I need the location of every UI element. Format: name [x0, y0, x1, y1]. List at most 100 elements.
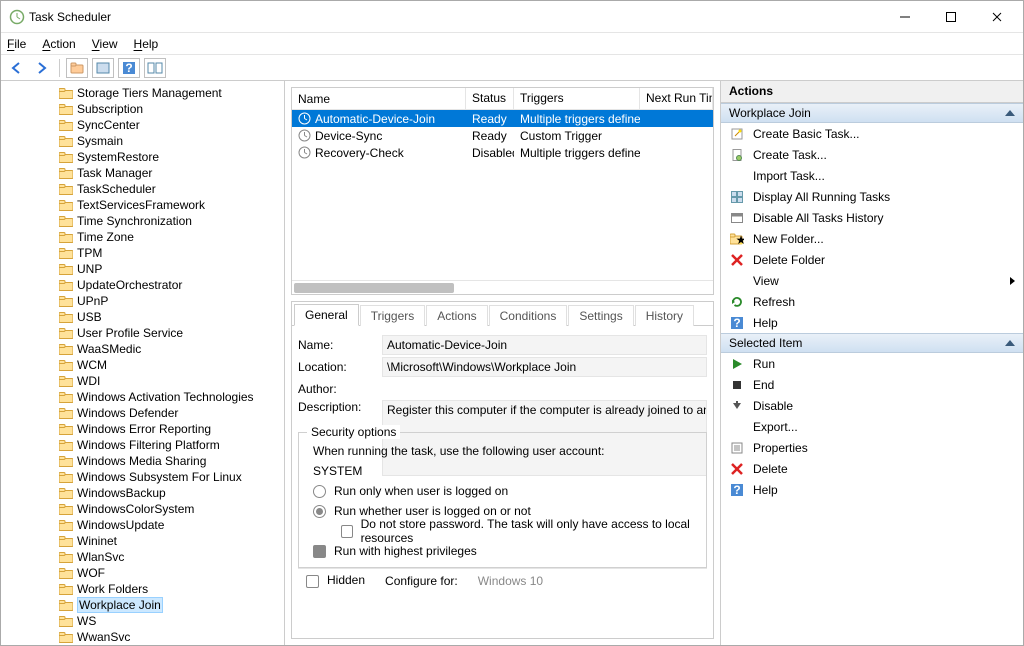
action-item[interactable]: End: [721, 374, 1023, 395]
col-triggers[interactable]: Triggers: [514, 88, 640, 110]
action-item[interactable]: Display All Running Tasks: [721, 186, 1023, 207]
task-status: Disabled: [466, 146, 514, 160]
task-row[interactable]: Device-SyncReadyCustom Trigger: [292, 127, 713, 144]
toolbar-btn-4[interactable]: [144, 58, 166, 78]
col-name[interactable]: Name: [292, 88, 466, 110]
tree-item[interactable]: WS: [57, 613, 284, 629]
tree-item[interactable]: Time Synchronization: [57, 213, 284, 229]
action-item[interactable]: Export...: [721, 416, 1023, 437]
action-item[interactable]: ?Help: [721, 312, 1023, 333]
toolbar-help-button[interactable]: ?: [118, 58, 140, 78]
titlebar[interactable]: Task Scheduler: [1, 1, 1023, 33]
tree-item[interactable]: WwanSvc: [57, 629, 284, 645]
task-row[interactable]: Recovery-CheckDisabledMultiple triggers …: [292, 144, 713, 161]
tree-item[interactable]: WDI: [57, 373, 284, 389]
tree-item[interactable]: WindowsUpdate: [57, 517, 284, 533]
action-item[interactable]: Disable All Tasks History: [721, 207, 1023, 228]
tab-triggers[interactable]: Triggers: [360, 305, 426, 326]
col-status[interactable]: Status: [466, 88, 514, 110]
tab-settings[interactable]: Settings: [568, 305, 633, 326]
app-window: Task Scheduler File Action View Help ? S…: [0, 0, 1024, 646]
radio-whether[interactable]: [313, 505, 326, 518]
tree-item[interactable]: TextServicesFramework: [57, 197, 284, 213]
tree-item[interactable]: Windows Defender: [57, 405, 284, 421]
toolbar-btn-2[interactable]: [92, 58, 114, 78]
action-item[interactable]: Disable: [721, 395, 1023, 416]
tree-item[interactable]: WindowsBackup: [57, 485, 284, 501]
tree-item[interactable]: TPM: [57, 245, 284, 261]
action-item[interactable]: View: [721, 270, 1023, 291]
tree-item[interactable]: UPnP: [57, 293, 284, 309]
tree-item[interactable]: SystemRestore: [57, 149, 284, 165]
action-item[interactable]: ?Help: [721, 479, 1023, 500]
check-hidden[interactable]: [306, 575, 319, 588]
action-item[interactable]: Refresh: [721, 291, 1023, 312]
tree-item[interactable]: WaaSMedic: [57, 341, 284, 357]
folder-icon: [59, 136, 73, 147]
task-list[interactable]: Name Status Triggers Next Run Time Autom…: [291, 87, 714, 295]
tree-item[interactable]: USB: [57, 309, 284, 325]
tab-actions[interactable]: Actions: [426, 305, 487, 326]
tree-item[interactable]: Subscription: [57, 101, 284, 117]
action-item[interactable]: Delete: [721, 458, 1023, 479]
configure-for-value[interactable]: Windows 10: [478, 574, 543, 588]
action-item[interactable]: Create Task...: [721, 144, 1023, 165]
back-button[interactable]: [5, 58, 27, 78]
folder-icon: [59, 360, 73, 371]
tree-item[interactable]: Work Folders: [57, 581, 284, 597]
task-list-header[interactable]: Name Status Triggers Next Run Time: [292, 88, 713, 110]
task-row[interactable]: Automatic-Device-JoinReadyMultiple trigg…: [292, 110, 713, 127]
task-list-hscrollbar[interactable]: [292, 280, 713, 294]
actions-section-folder[interactable]: Workplace Join: [721, 103, 1023, 123]
name-field[interactable]: Automatic-Device-Join: [382, 335, 707, 355]
tree-item[interactable]: Workplace Join: [57, 597, 284, 613]
tab-general[interactable]: General: [294, 304, 359, 326]
tree-item[interactable]: WindowsColorSystem: [57, 501, 284, 517]
maximize-button[interactable]: [939, 5, 963, 29]
action-label: Create Task...: [753, 148, 827, 162]
tree-item-label: Windows Defender: [77, 406, 178, 420]
tree-item[interactable]: UNP: [57, 261, 284, 277]
col-next-run-time[interactable]: Next Run Time: [640, 88, 713, 110]
action-item[interactable]: Run: [721, 353, 1023, 374]
menu-help[interactable]: Help: [134, 37, 159, 51]
menu-action[interactable]: Action: [42, 37, 75, 51]
tab-conditions[interactable]: Conditions: [489, 305, 568, 326]
forward-button[interactable]: [31, 58, 53, 78]
tree-item[interactable]: Time Zone: [57, 229, 284, 245]
tree-item[interactable]: WCM: [57, 357, 284, 373]
toolbar-btn-1[interactable]: [66, 58, 88, 78]
tree-item[interactable]: Wininet: [57, 533, 284, 549]
tree-item[interactable]: Windows Filtering Platform: [57, 437, 284, 453]
tree-item[interactable]: TaskScheduler: [57, 181, 284, 197]
menu-file[interactable]: File: [7, 37, 26, 51]
tree-item[interactable]: Windows Media Sharing: [57, 453, 284, 469]
tree-item[interactable]: WOF: [57, 565, 284, 581]
check-nopassword[interactable]: [341, 525, 353, 538]
tree-item[interactable]: User Profile Service: [57, 325, 284, 341]
action-item[interactable]: ★New Folder...: [721, 228, 1023, 249]
folder-icon: [59, 152, 73, 163]
actions-section-selected[interactable]: Selected Item: [721, 333, 1023, 353]
tree-item[interactable]: Sysmain: [57, 133, 284, 149]
check-highest-priv[interactable]: [313, 545, 326, 558]
tree-item[interactable]: Task Manager: [57, 165, 284, 181]
tree-item[interactable]: Storage Tiers Management: [57, 85, 284, 101]
tree-panel[interactable]: Storage Tiers ManagementSubscriptionSync…: [1, 81, 285, 645]
tree-item[interactable]: Windows Error Reporting: [57, 421, 284, 437]
menu-view[interactable]: View: [92, 37, 118, 51]
tree-item[interactable]: SyncCenter: [57, 117, 284, 133]
tree-item[interactable]: Windows Subsystem For Linux: [57, 469, 284, 485]
tree-item[interactable]: Windows Activation Technologies: [57, 389, 284, 405]
radio-logged-on[interactable]: [313, 485, 326, 498]
minimize-button[interactable]: [893, 5, 917, 29]
collapse-icon: [1005, 110, 1015, 116]
tab-history[interactable]: History: [635, 305, 694, 326]
action-item[interactable]: Create Basic Task...: [721, 123, 1023, 144]
action-item[interactable]: Properties: [721, 437, 1023, 458]
action-item[interactable]: Delete Folder: [721, 249, 1023, 270]
action-item[interactable]: Import Task...: [721, 165, 1023, 186]
tree-item[interactable]: UpdateOrchestrator: [57, 277, 284, 293]
close-button[interactable]: [985, 5, 1009, 29]
tree-item[interactable]: WlanSvc: [57, 549, 284, 565]
